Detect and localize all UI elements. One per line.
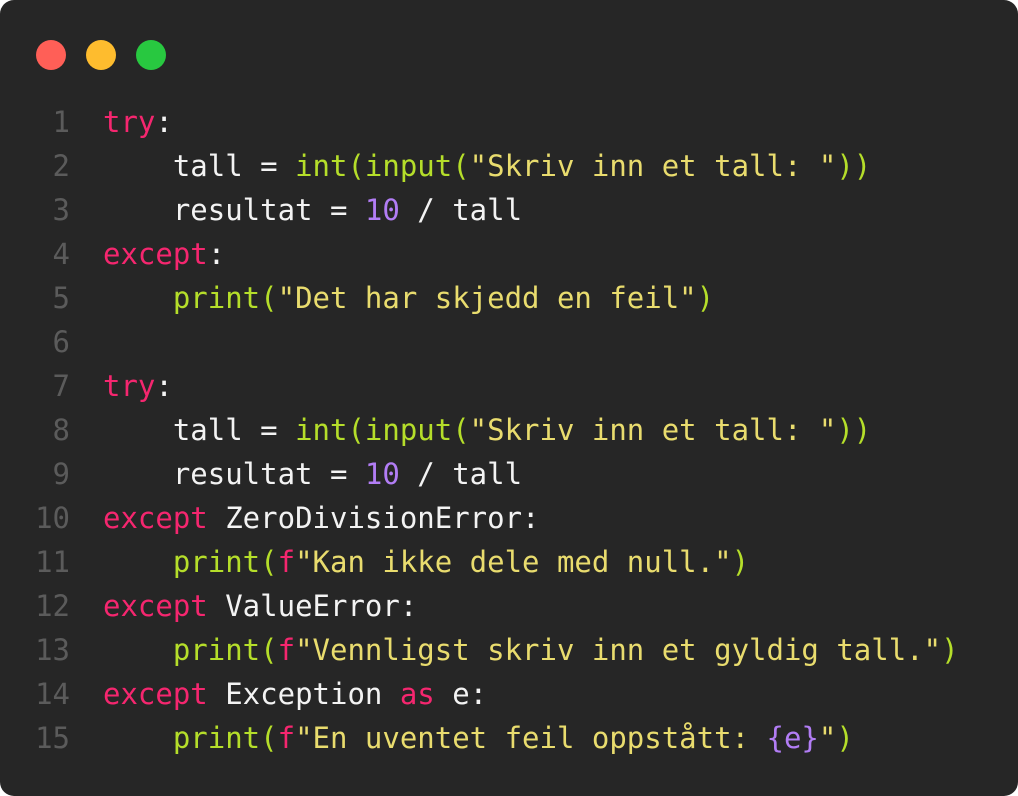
line-number: 12: [35, 589, 70, 623]
code-line: 5 print("Det har skjedd en feil"): [0, 276, 1018, 320]
code-line: 1 try:: [0, 100, 1018, 144]
minimize-dot-icon[interactable]: [86, 40, 116, 70]
code-token: ): [836, 721, 854, 755]
code-token: as: [399, 677, 435, 711]
line-number: 8: [52, 413, 70, 447]
code-token: print(: [172, 545, 278, 579]
line-source: except ZeroDivisionError:: [103, 496, 540, 540]
code-token: ValueError:: [207, 589, 418, 623]
code-token: :: [207, 237, 226, 271]
line-source: except Exception as e:: [103, 672, 487, 716]
line-number: 15: [35, 721, 70, 755]
code-token: :: [155, 369, 173, 403]
code-token: try: [103, 105, 156, 139]
code-token: "Skriv inn et tall: ": [469, 413, 837, 447]
line-number: 13: [35, 633, 70, 667]
line-source: except:: [103, 232, 225, 276]
line-number: 9: [52, 457, 70, 491]
line-source: tall = int(input("Skriv inn et tall: ")): [103, 408, 871, 452]
code-token: f: [277, 721, 296, 755]
code-line: 8 tall = int(input("Skriv inn et tall: "…: [0, 408, 1018, 452]
line-number: 2: [52, 149, 70, 183]
code-token: ): [941, 633, 959, 667]
code-line: 13 print(f"Vennligst skriv inn et gyldig…: [0, 628, 1018, 672]
code-line: 9 resultat = 10 / tall: [0, 452, 1018, 496]
code-token: )): [836, 149, 872, 183]
code-token: print(: [172, 281, 278, 315]
code-token: resultat =: [103, 457, 365, 491]
code-token: print(: [172, 721, 278, 755]
maximize-dot-icon[interactable]: [136, 40, 166, 70]
line-number: 14: [35, 677, 70, 711]
code-token: "En uventet feil oppstått:: [295, 721, 767, 755]
line-source: except ValueError:: [103, 584, 417, 628]
code-token: f: [277, 545, 296, 579]
line-number: 6: [52, 325, 70, 359]
line-source: print("Det har skjedd en feil"): [103, 276, 714, 320]
code-token: print(: [172, 633, 278, 667]
line-number: 7: [52, 369, 70, 403]
code-token: resultat =: [103, 193, 365, 227]
code-line: 10 except ZeroDivisionError:: [0, 496, 1018, 540]
code-line: 15 print(f"En uventet feil oppstått: {e}…: [0, 716, 1018, 760]
code-token: Exception: [207, 677, 400, 711]
code-token: int(input(: [295, 149, 470, 183]
code-token: / tall: [399, 457, 523, 491]
code-block[interactable]: 1 try: 2 tall = int(input("Skriv inn et ta…: [0, 100, 1018, 760]
code-token: "Det har skjedd en feil": [277, 281, 697, 315]
code-token: )): [836, 413, 872, 447]
code-token: {e}: [766, 721, 819, 755]
code-line: 4 except:: [0, 232, 1018, 276]
line-number: 10: [35, 501, 70, 535]
code-token: try: [103, 369, 156, 403]
line-number: 4: [52, 237, 70, 271]
code-token: int(input(: [295, 413, 470, 447]
code-line: 7 try:: [0, 364, 1018, 408]
line-number: 5: [52, 281, 70, 315]
code-line: 2 tall = int(input("Skriv inn et tall: "…: [0, 144, 1018, 188]
code-line: 11 print(f"Kan ikke dele med null."): [0, 540, 1018, 584]
code-token: e:: [434, 677, 488, 711]
line-number: 11: [35, 545, 70, 579]
line-source: try:: [103, 100, 173, 144]
code-token: except: [103, 589, 208, 623]
line-source: print(f"Kan ikke dele med null."): [103, 540, 749, 584]
line-source: print(f"Vennligst skriv inn et gyldig ta…: [103, 628, 959, 672]
window-controls: [36, 40, 166, 70]
code-token: ): [731, 545, 750, 579]
code-token: :: [155, 105, 173, 139]
close-dot-icon[interactable]: [36, 40, 66, 70]
line-number: 1: [52, 105, 70, 139]
line-number: 3: [52, 193, 70, 227]
code-token: except: [103, 501, 208, 535]
line-source: print(f"En uventet feil oppstått: {e}"): [103, 716, 854, 760]
code-line: 3 resultat = 10 / tall: [0, 188, 1018, 232]
code-token: ): [696, 281, 715, 315]
line-source: resultat = 10 / tall: [103, 452, 522, 496]
code-line: 6: [0, 320, 1018, 364]
code-token: ": [818, 721, 837, 755]
code-token: tall =: [103, 413, 296, 447]
code-token: / tall: [399, 193, 523, 227]
line-source: tall = int(input("Skriv inn et tall: ")): [103, 144, 871, 188]
code-token: tall =: [103, 149, 296, 183]
code-token: "Kan ikke dele med null.": [295, 545, 732, 579]
code-token: f: [277, 633, 296, 667]
code-token: 10: [364, 457, 400, 491]
code-token: except: [103, 237, 208, 271]
line-source: resultat = 10 / tall: [103, 188, 522, 232]
code-token: except: [103, 677, 208, 711]
code-token: "Skriv inn et tall: ": [469, 149, 837, 183]
code-window: 1 try: 2 tall = int(input("Skriv inn et ta…: [0, 0, 1018, 796]
code-token: 10: [364, 193, 400, 227]
code-token: ZeroDivisionError:: [207, 501, 540, 535]
line-source: try:: [103, 364, 173, 408]
code-token: "Vennligst skriv inn et gyldig tall.": [295, 633, 942, 667]
code-line: 12 except ValueError:: [0, 584, 1018, 628]
code-line: 14 except Exception as e:: [0, 672, 1018, 716]
